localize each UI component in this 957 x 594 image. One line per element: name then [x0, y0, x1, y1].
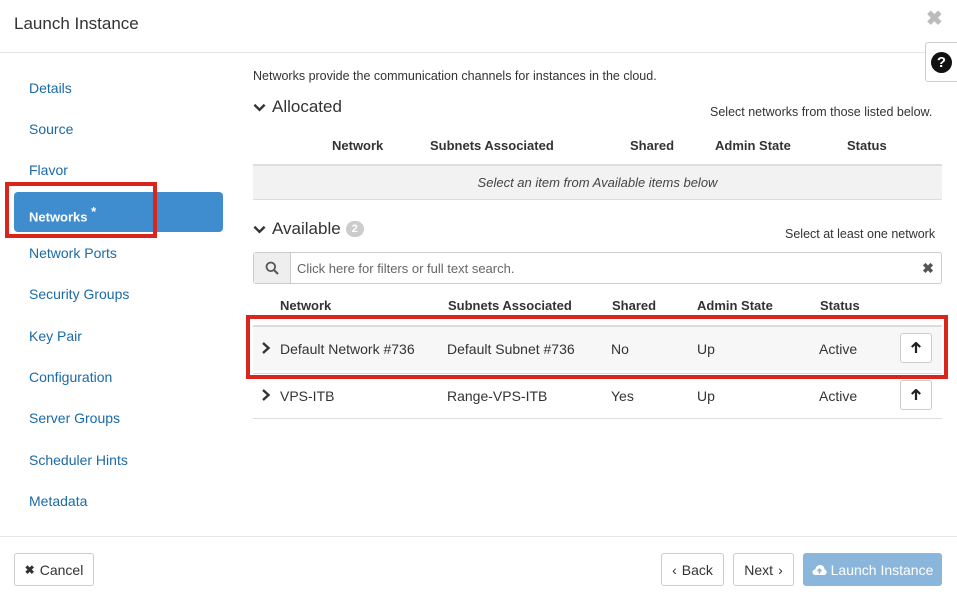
- sidebar-item-key-pair[interactable]: Key Pair: [29, 328, 82, 344]
- sidebar-item-server-groups[interactable]: Server Groups: [29, 410, 120, 426]
- modal-footer: ✖ Cancel ‹ Back Next › Launch Instance: [0, 536, 957, 594]
- back-label: Back: [681, 561, 713, 578]
- close-icon[interactable]: ✖: [926, 9, 943, 29]
- available-toggle[interactable]: Available 2: [253, 219, 364, 239]
- times-icon: ✖: [24, 562, 35, 577]
- available-count-badge: 2: [345, 220, 364, 238]
- sidebar-item-scheduler-hints[interactable]: Scheduler Hints: [29, 452, 128, 468]
- search-icon: [254, 253, 291, 283]
- modal-header: Launch Instance ✖: [0, 0, 957, 53]
- allocated-title: Allocated: [272, 97, 342, 116]
- chevron-right-icon: ›: [778, 561, 783, 578]
- launch-label: Launch Instance: [830, 561, 934, 578]
- help-icon: ?: [931, 51, 952, 73]
- cell-shared: Yes: [611, 388, 634, 404]
- highlight-box-default-network: [246, 315, 948, 379]
- allocated-hint: Select networks from those listed below.: [710, 105, 933, 119]
- allocated-col-admin-state[interactable]: Admin State: [715, 138, 791, 153]
- intro-text: Networks provide the communication chann…: [253, 69, 657, 83]
- allocate-button[interactable]: [900, 380, 932, 410]
- chevron-down-icon: [253, 103, 266, 112]
- sidebar-item-source[interactable]: Source: [29, 121, 73, 137]
- next-button[interactable]: Next ›: [733, 553, 794, 586]
- available-col-shared[interactable]: Shared: [612, 298, 656, 313]
- chevron-right-icon[interactable]: [260, 388, 272, 402]
- cancel-button[interactable]: ✖ Cancel: [14, 553, 94, 586]
- cell-status: Active: [819, 388, 858, 404]
- sidebar-item-security-groups[interactable]: Security Groups: [29, 286, 129, 302]
- modal-title: Launch Instance: [14, 14, 139, 33]
- available-col-network[interactable]: Network: [280, 298, 331, 313]
- available-col-status[interactable]: Status: [820, 298, 860, 313]
- allocated-col-status[interactable]: Status: [847, 138, 887, 153]
- available-col-subnets[interactable]: Subnets Associated: [448, 298, 572, 313]
- search-input[interactable]: [291, 253, 915, 283]
- allocated-col-shared[interactable]: Shared: [630, 138, 674, 153]
- cell-network: VPS-ITB: [280, 388, 335, 404]
- allocated-col-subnets[interactable]: Subnets Associated: [430, 138, 554, 153]
- chevron-down-icon: [253, 225, 266, 234]
- clear-icon[interactable]: ✖: [915, 253, 941, 283]
- next-label: Next: [744, 561, 774, 578]
- cell-admin-state: Up: [697, 388, 715, 404]
- allocated-empty-message: Select an item from Available items belo…: [477, 175, 718, 190]
- sidebar-item-details[interactable]: Details: [29, 80, 72, 96]
- launch-instance-button[interactable]: Launch Instance: [803, 553, 942, 586]
- table-row: VPS-ITB Range-VPS-ITB Yes Up Active: [253, 373, 942, 419]
- allocated-toggle[interactable]: Allocated: [253, 97, 342, 117]
- cloud-upload-icon: [812, 564, 827, 575]
- sidebar-item-metadata[interactable]: Metadata: [29, 493, 87, 509]
- cancel-label: Cancel: [39, 561, 84, 578]
- available-hint: Select at least one network: [785, 227, 936, 241]
- back-button[interactable]: ‹ Back: [661, 553, 724, 586]
- search-bar: ✖: [253, 252, 942, 284]
- help-button[interactable]: ?: [925, 42, 957, 82]
- allocated-col-network[interactable]: Network: [332, 138, 383, 153]
- sidebar-item-flavor[interactable]: Flavor: [29, 162, 68, 178]
- available-title: Available: [272, 219, 341, 238]
- sidebar-item-configuration[interactable]: Configuration: [29, 369, 112, 385]
- highlight-box-networks: [5, 182, 157, 238]
- available-col-admin-state[interactable]: Admin State: [697, 298, 773, 313]
- sidebar-item-network-ports[interactable]: Network Ports: [29, 245, 117, 261]
- arrow-up-icon: [911, 389, 921, 400]
- allocated-empty-row: Select an item from Available items belo…: [253, 164, 942, 200]
- chevron-left-icon: ‹: [672, 561, 677, 578]
- cell-subnet: Range-VPS-ITB: [447, 388, 548, 404]
